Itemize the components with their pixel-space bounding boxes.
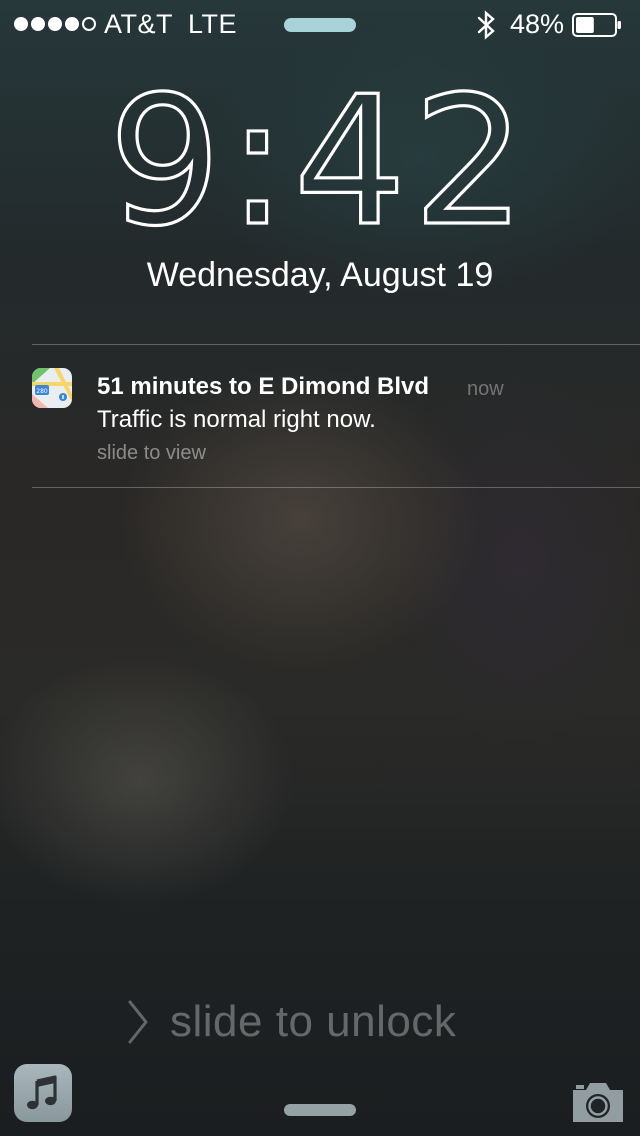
carrier-name: AT&T — [104, 9, 173, 39]
slide-to-unlock-label: slide to unlock — [170, 997, 457, 1046]
notification-divider-bottom — [32, 487, 640, 488]
slide-to-unlock-slider[interactable]: slide to unlock — [126, 994, 456, 1050]
date-label: Wednesday, August 19 — [146, 256, 494, 294]
battery-percentage: 48% — [510, 9, 565, 39]
signal-dot-filled — [14, 17, 28, 31]
signal-dot-filled — [48, 17, 62, 31]
bluetooth-icon — [477, 10, 495, 40]
status-pill[interactable] — [284, 18, 356, 32]
notification-body: Traffic is normal right now. — [97, 406, 376, 433]
clock-time-text: 9:42 — [108, 88, 532, 238]
notification-slide-to-view[interactable]: slide to view — [97, 442, 206, 465]
battery-fill — [576, 17, 594, 33]
signal-dot-filled — [31, 17, 45, 31]
signal-strength-indicator — [14, 17, 96, 31]
status-bar: AT&T LTE 48% — [0, 0, 640, 48]
notification-title: 51 minutes to E Dimond Blvd — [97, 373, 430, 400]
camera-icon[interactable] — [570, 1078, 626, 1124]
music-note-icon[interactable] — [14, 1064, 72, 1122]
svg-text:280: 280 — [36, 388, 48, 395]
notification-time: now — [467, 378, 504, 400]
home-indicator[interactable] — [284, 1104, 356, 1116]
battery-icon — [572, 13, 621, 37]
clock-time: 9:42 — [107, 88, 532, 238]
network-type: LTE — [188, 9, 238, 39]
signal-dot-empty — [82, 17, 96, 31]
maps-app-icon: 280 — [32, 368, 72, 408]
chevron-right-icon — [128, 1000, 148, 1044]
notification-item[interactable]: 280 51 minutes to E Dimond Blvd now Traf… — [0, 345, 640, 487]
signal-dot-filled — [65, 17, 79, 31]
